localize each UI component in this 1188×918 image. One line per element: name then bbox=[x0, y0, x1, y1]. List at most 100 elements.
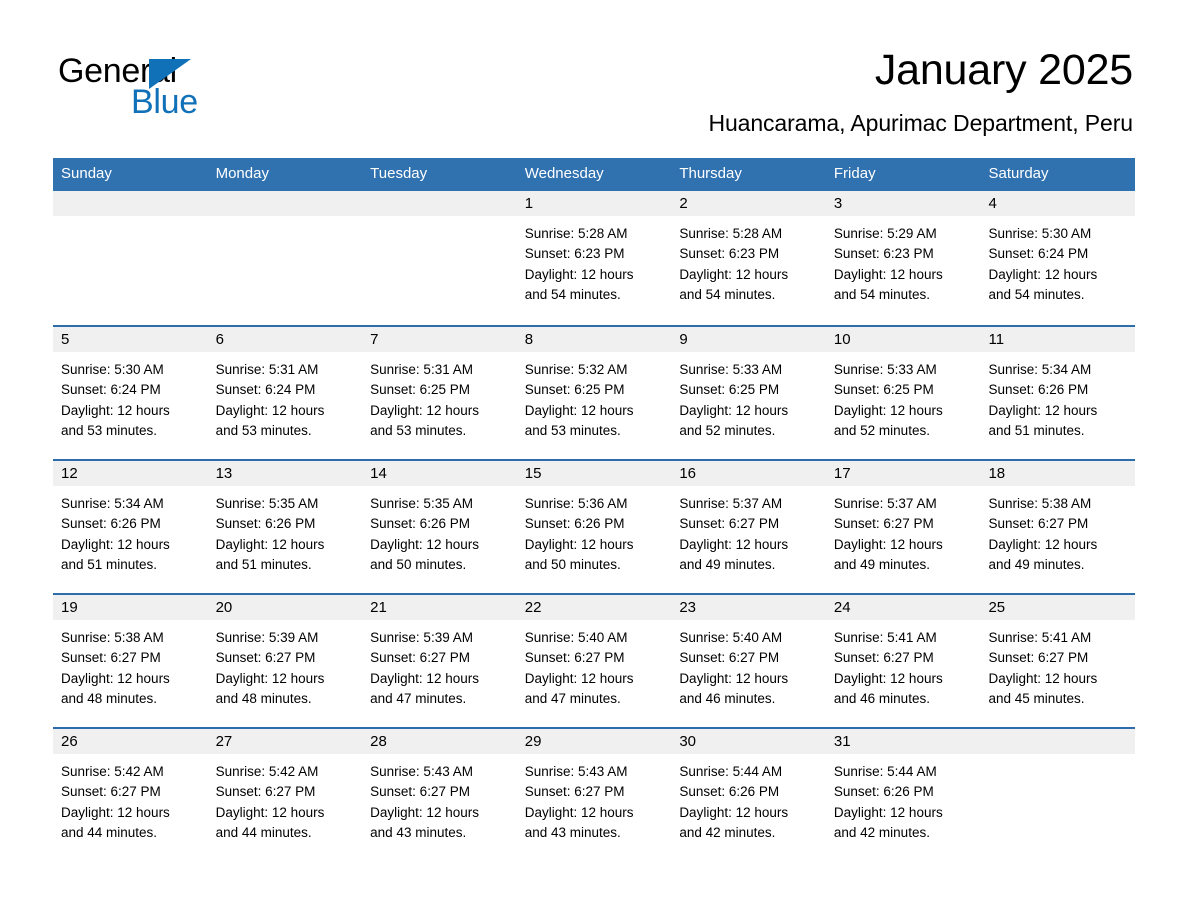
sunset-line: Sunset: 6:27 PM bbox=[988, 650, 1089, 666]
sunset-line: Sunset: 6:27 PM bbox=[370, 650, 470, 666]
day-cell[interactable]: 11 Sunrise: 5:34 AM Sunset: 6:26 PM Dayl… bbox=[980, 327, 1136, 450]
day-info: Sunrise: 5:40 AM Sunset: 6:27 PM Dayligh… bbox=[671, 620, 826, 709]
daylight-line-cont: and 42 minutes. bbox=[833, 824, 930, 840]
day-number: 11 bbox=[980, 327, 1136, 352]
sunrise-line: Sunrise: 5:30 AM bbox=[61, 362, 164, 377]
weekday-header-wednesday: Wednesday bbox=[524, 165, 604, 182]
day-info: Sunrise: 5:32 AM Sunset: 6:25 PM Dayligh… bbox=[517, 352, 672, 441]
daylight-line-cont: and 51 minutes. bbox=[215, 556, 312, 572]
sunset-line: Sunset: 6:26 PM bbox=[524, 516, 625, 532]
daylight-line: Daylight: 12 hours bbox=[988, 536, 1098, 552]
day-cell[interactable]: 8 Sunrise: 5:32 AM Sunset: 6:25 PM Dayli… bbox=[516, 327, 672, 450]
day-info: Sunrise: 5:44 AM Sunset: 6:26 PM Dayligh… bbox=[826, 754, 981, 843]
daylight-line: Daylight: 12 hours bbox=[679, 536, 789, 552]
sunrise-line: Sunrise: 5:30 AM bbox=[988, 226, 1092, 241]
sunset-line: Sunset: 6:24 PM bbox=[988, 246, 1089, 262]
sunset-line: Sunset: 6:26 PM bbox=[370, 516, 470, 532]
week-row: 5 Sunrise: 5:30 AM Sunset: 6:24 PM Dayli… bbox=[53, 325, 1136, 450]
day-cell[interactable]: 23 Sunrise: 5:40 AM Sunset: 6:27 PM Dayl… bbox=[671, 595, 826, 718]
daylight-line-cont: and 46 minutes. bbox=[833, 690, 930, 706]
weekday-header-saturday: Saturday bbox=[988, 165, 1049, 182]
week-row: 1 Sunrise: 5:28 AM Sunset: 6:23 PM Dayli… bbox=[53, 191, 1136, 316]
day-info: Sunrise: 5:38 AM Sunset: 6:27 PM Dayligh… bbox=[53, 620, 208, 709]
sunset-line: Sunset: 6:27 PM bbox=[61, 784, 161, 800]
day-info: Sunrise: 5:37 AM Sunset: 6:27 PM Dayligh… bbox=[826, 486, 981, 575]
day-cell bbox=[53, 191, 208, 316]
day-cell[interactable]: 4 Sunrise: 5:30 AM Sunset: 6:24 PM Dayli… bbox=[980, 191, 1136, 316]
daylight-line: Daylight: 12 hours bbox=[833, 536, 943, 552]
day-info: Sunrise: 5:38 AM Sunset: 6:27 PM Dayligh… bbox=[980, 486, 1135, 575]
sunrise-line: Sunrise: 5:43 AM bbox=[524, 764, 628, 779]
sunset-line: Sunset: 6:26 PM bbox=[679, 784, 780, 800]
day-cell[interactable]: 19 Sunrise: 5:38 AM Sunset: 6:27 PM Dayl… bbox=[53, 595, 208, 718]
day-cell[interactable]: 7 Sunrise: 5:31 AM Sunset: 6:25 PM Dayli… bbox=[362, 327, 517, 450]
sunrise-line: Sunrise: 5:40 AM bbox=[679, 630, 783, 645]
daylight-line: Daylight: 12 hours bbox=[524, 670, 634, 686]
daylight-line: Daylight: 12 hours bbox=[370, 536, 479, 552]
day-cell[interactable]: 2 Sunrise: 5:28 AM Sunset: 6:23 PM Dayli… bbox=[671, 191, 826, 316]
daylight-line-cont: and 53 minutes. bbox=[370, 422, 467, 438]
day-cell[interactable]: 3 Sunrise: 5:29 AM Sunset: 6:23 PM Dayli… bbox=[825, 191, 981, 316]
day-cell[interactable]: 18 Sunrise: 5:38 AM Sunset: 6:27 PM Dayl… bbox=[980, 461, 1136, 584]
day-number: 23 bbox=[671, 595, 826, 620]
day-cell[interactable]: 13 Sunrise: 5:35 AM Sunset: 6:26 PM Dayl… bbox=[207, 461, 363, 584]
daylight-line: Daylight: 12 hours bbox=[61, 536, 170, 552]
day-number: 1 bbox=[516, 191, 672, 216]
sunrise-line: Sunrise: 5:44 AM bbox=[679, 764, 783, 779]
sunrise-line: Sunrise: 5:33 AM bbox=[679, 362, 783, 377]
day-cell[interactable]: 20 Sunrise: 5:39 AM Sunset: 6:27 PM Dayl… bbox=[207, 595, 363, 718]
daylight-line-cont: and 49 minutes. bbox=[679, 556, 776, 572]
day-cell[interactable]: 14 Sunrise: 5:35 AM Sunset: 6:26 PM Dayl… bbox=[362, 461, 517, 584]
day-cell[interactable]: 30 Sunrise: 5:44 AM Sunset: 6:26 PM Dayl… bbox=[671, 729, 826, 852]
day-number: 30 bbox=[671, 729, 826, 754]
day-cell[interactable]: 5 Sunrise: 5:30 AM Sunset: 6:24 PM Dayli… bbox=[53, 327, 208, 450]
daylight-line-cont: and 49 minutes. bbox=[833, 556, 930, 572]
day-number bbox=[207, 191, 363, 216]
day-cell[interactable]: 17 Sunrise: 5:37 AM Sunset: 6:27 PM Dayl… bbox=[825, 461, 981, 584]
sunrise-line: Sunrise: 5:38 AM bbox=[61, 630, 164, 645]
day-number: 22 bbox=[516, 595, 672, 620]
daylight-line-cont: and 51 minutes. bbox=[61, 556, 158, 572]
day-cell[interactable]: 26 Sunrise: 5:42 AM Sunset: 6:27 PM Dayl… bbox=[53, 729, 208, 852]
day-cell bbox=[980, 729, 1136, 852]
day-cell[interactable]: 16 Sunrise: 5:37 AM Sunset: 6:27 PM Dayl… bbox=[671, 461, 826, 584]
day-cell[interactable]: 15 Sunrise: 5:36 AM Sunset: 6:26 PM Dayl… bbox=[516, 461, 672, 584]
day-cell[interactable]: 10 Sunrise: 5:33 AM Sunset: 6:25 PM Dayl… bbox=[825, 327, 981, 450]
day-info: Sunrise: 5:42 AM Sunset: 6:27 PM Dayligh… bbox=[208, 754, 363, 843]
day-cell[interactable]: 1 Sunrise: 5:28 AM Sunset: 6:23 PM Dayli… bbox=[516, 191, 672, 316]
weekday-header-monday: Monday bbox=[215, 165, 269, 182]
day-cell[interactable]: 27 Sunrise: 5:42 AM Sunset: 6:27 PM Dayl… bbox=[207, 729, 363, 852]
sunset-line: Sunset: 6:27 PM bbox=[524, 784, 625, 800]
day-cell[interactable]: 24 Sunrise: 5:41 AM Sunset: 6:27 PM Dayl… bbox=[825, 595, 981, 718]
day-cell[interactable]: 25 Sunrise: 5:41 AM Sunset: 6:27 PM Dayl… bbox=[980, 595, 1136, 718]
week-row: 12 Sunrise: 5:34 AM Sunset: 6:26 PM Dayl… bbox=[53, 459, 1136, 584]
sunset-line: Sunset: 6:26 PM bbox=[833, 784, 934, 800]
day-cell[interactable]: 12 Sunrise: 5:34 AM Sunset: 6:26 PM Dayl… bbox=[53, 461, 208, 584]
daylight-line-cont: and 54 minutes. bbox=[988, 286, 1085, 302]
day-cell[interactable]: 9 Sunrise: 5:33 AM Sunset: 6:25 PM Dayli… bbox=[671, 327, 826, 450]
day-cell[interactable]: 31 Sunrise: 5:44 AM Sunset: 6:26 PM Dayl… bbox=[825, 729, 981, 852]
day-cell[interactable]: 22 Sunrise: 5:40 AM Sunset: 6:27 PM Dayl… bbox=[516, 595, 672, 718]
day-cell[interactable]: 29 Sunrise: 5:43 AM Sunset: 6:27 PM Dayl… bbox=[516, 729, 672, 852]
day-cell[interactable]: 28 Sunrise: 5:43 AM Sunset: 6:27 PM Dayl… bbox=[362, 729, 517, 852]
sunrise-line: Sunrise: 5:43 AM bbox=[370, 764, 473, 779]
day-number: 8 bbox=[516, 327, 672, 352]
day-info bbox=[208, 216, 363, 224]
sunrise-line: Sunrise: 5:42 AM bbox=[215, 764, 319, 779]
day-info: Sunrise: 5:41 AM Sunset: 6:27 PM Dayligh… bbox=[826, 620, 981, 709]
daylight-line: Daylight: 12 hours bbox=[833, 804, 943, 820]
day-number: 14 bbox=[362, 461, 517, 486]
daylight-line: Daylight: 12 hours bbox=[524, 804, 634, 820]
daylight-line-cont: and 48 minutes. bbox=[215, 690, 312, 706]
daylight-line-cont: and 50 minutes. bbox=[370, 556, 467, 572]
day-number: 31 bbox=[825, 729, 981, 754]
daylight-line: Daylight: 12 hours bbox=[61, 670, 170, 686]
daylight-line: Daylight: 12 hours bbox=[215, 670, 325, 686]
daylight-line: Daylight: 12 hours bbox=[833, 670, 943, 686]
daylight-line-cont: and 44 minutes. bbox=[61, 824, 158, 840]
day-cell[interactable]: 6 Sunrise: 5:31 AM Sunset: 6:24 PM Dayli… bbox=[207, 327, 363, 450]
day-info: Sunrise: 5:36 AM Sunset: 6:26 PM Dayligh… bbox=[517, 486, 672, 575]
daylight-line-cont: and 47 minutes. bbox=[370, 690, 467, 706]
day-cell[interactable]: 21 Sunrise: 5:39 AM Sunset: 6:27 PM Dayl… bbox=[362, 595, 517, 718]
sunrise-line: Sunrise: 5:44 AM bbox=[833, 764, 937, 779]
